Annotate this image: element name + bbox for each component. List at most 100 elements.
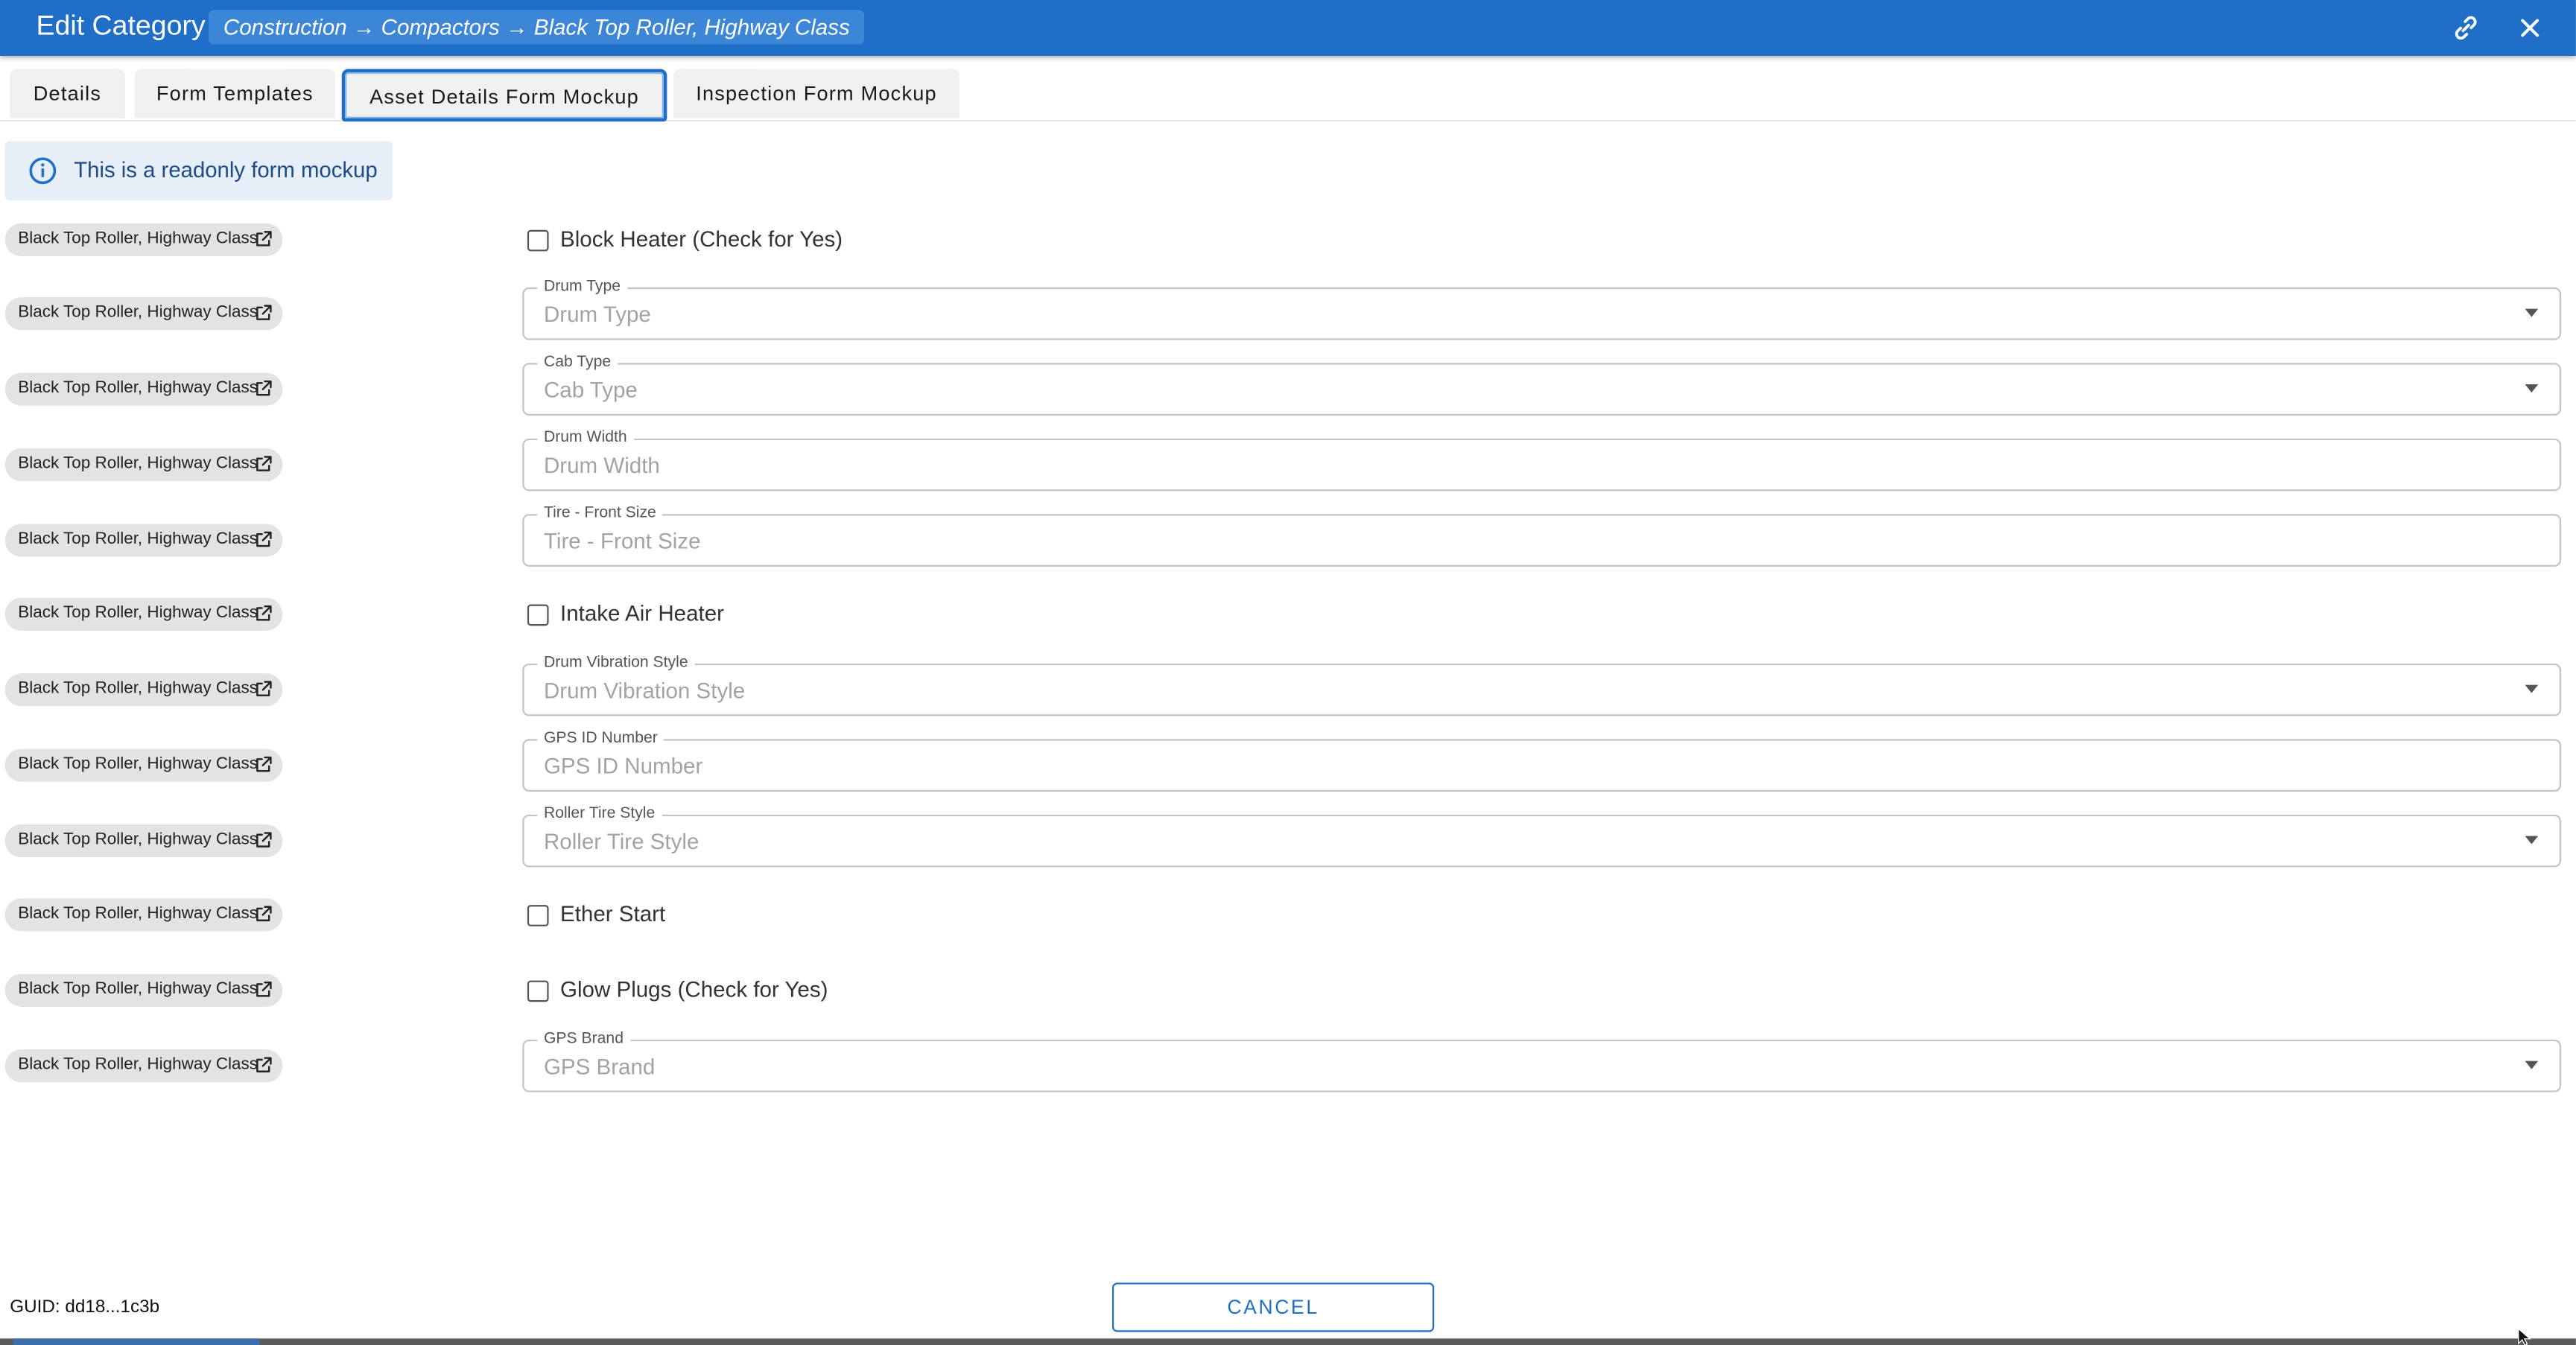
form-row: Black Top Roller, Highway Class Intake Ai… [0,577,2576,652]
category-chip-label: Black Top Roller, Highway Class [18,229,258,247]
form-row: Black Top Roller, Highway Class Tire - Fr… [0,502,2576,577]
form-row: Black Top Roller, Highway Class GPS Brand… [0,1028,2576,1103]
form-row: Black Top Roller, Highway Class Roller Ti… [0,802,2576,877]
field-label: Tire - Front Size [537,503,663,524]
info-icon [28,156,57,186]
form-row: Black Top Roller, Highway Class GPS ID Nu… [0,727,2576,802]
tab-inspection-form-mockup[interactable]: Inspection Form Mockup [673,69,959,118]
category-chip[interactable]: Black Top Roller, Highway Class [4,372,283,406]
form-row: Black Top Roller, Highway Class Ether Sta… [0,877,2576,953]
field-label: Drum Type [537,278,627,298]
open-in-new-icon [255,680,273,698]
checkbox-label: Intake Air Heater [560,601,724,626]
checkbox[interactable] [527,229,549,251]
open-in-new-icon [255,830,273,848]
field-label: Roller Tire Style [537,804,662,824]
category-chip-label: Black Top Roller, Highway Class [18,530,258,548]
select-field[interactable]: Drum Type Drum Type [522,278,2562,341]
dropdown-arrow-icon[interactable] [2525,1061,2539,1069]
category-chip[interactable]: Black Top Roller, Highway Class [4,973,283,1007]
open-in-new-icon [255,981,273,999]
field-label: GPS ID Number [537,728,664,749]
tab-asset-details-form-mockup[interactable]: Asset Details Form Mockup [341,69,667,122]
category-chip-label: Black Top Roller, Highway Class [18,605,258,623]
guid-label: GUID: dd18...1c3b [10,1297,160,1317]
field-label: GPS Brand [537,1029,630,1049]
open-in-new-icon [255,305,273,322]
category-chip[interactable]: Black Top Roller, Highway Class [4,297,283,331]
field-placeholder: GPS ID Number [543,753,703,778]
open-in-new-icon [255,454,273,472]
category-chip[interactable]: Black Top Roller, Highway Class [4,823,283,857]
checkbox[interactable] [527,605,549,626]
checkbox[interactable] [527,905,549,927]
field-label: Drum Vibration Style [537,653,695,674]
checkbox-label: Block Heater (Check for Yes) [560,226,843,251]
bottom-strip [0,1338,2576,1345]
category-chip[interactable]: Black Top Roller, Highway Class [4,748,283,782]
category-chip-label: Black Top Roller, Highway Class [18,1055,258,1074]
form-row: Black Top Roller, Highway Class Drum Type… [0,276,2576,352]
category-chip[interactable]: Black Top Roller, Highway Class [4,1049,283,1082]
select-field[interactable]: Cab Type Cab Type [522,353,2562,416]
field-placeholder: Tire - Front Size [543,528,701,553]
category-chip-label: Black Top Roller, Highway Class [18,304,258,322]
text-field[interactable]: Drum Width Drum Width [522,428,2562,491]
category-chip[interactable]: Black Top Roller, Highway Class [4,598,283,632]
tab-form-templates[interactable]: Form Templates [134,69,335,118]
field-placeholder: Drum Vibration Style [543,678,746,703]
select-field[interactable]: GPS Brand GPS Brand [522,1029,2562,1092]
cancel-button[interactable]: CANCEL [1111,1282,1435,1332]
breadcrumb: Construction → Compactors → Black Top Ro… [209,10,865,45]
dialog-header: Edit Category Construction → Compactors … [0,0,2576,56]
field-placeholder: GPS Brand [543,1054,656,1079]
category-chip-label: Black Top Roller, Highway Class [18,379,258,398]
checkbox[interactable] [527,980,549,1002]
open-in-new-icon [255,1055,273,1073]
field-placeholder: Drum Width [543,453,660,478]
checkbox-label: Glow Plugs (Check for Yes) [560,977,828,1002]
bottom-strip-highlight [13,1338,260,1345]
category-chip-label: Black Top Roller, Highway Class [18,905,258,923]
field-placeholder: Roller Tire Style [543,828,699,853]
dropdown-arrow-icon[interactable] [2525,384,2539,393]
category-chip[interactable]: Black Top Roller, Highway Class [4,523,283,556]
open-in-new-icon [255,379,273,397]
edit-category-dialog: Edit Category Construction → Compactors … [0,0,2576,1345]
category-chip[interactable]: Black Top Roller, Highway Class [4,448,283,481]
form-row: Black Top Roller, Highway Class Block Hea… [0,201,2576,276]
open-in-new-icon [255,530,273,547]
dropdown-arrow-icon[interactable] [2525,684,2539,693]
category-chip[interactable]: Black Top Roller, Highway Class [4,673,283,707]
select-field[interactable]: Drum Vibration Style Drum Vibration Style [522,653,2562,716]
category-chip[interactable]: Black Top Roller, Highway Class [4,222,283,255]
select-field[interactable]: Roller Tire Style Roller Tire Style [522,804,2562,867]
link-icon[interactable] [2449,11,2482,44]
dropdown-arrow-icon[interactable] [2525,835,2539,844]
mouse-cursor-icon [2517,1329,2534,1345]
form-row: Black Top Roller, Highway Class Drum Widt… [0,427,2576,502]
open-in-new-icon [255,906,273,923]
field-placeholder: Cab Type [543,378,638,403]
field-label: Cab Type [537,353,618,373]
form-row: Black Top Roller, Highway Class Drum Vibr… [0,652,2576,728]
dialog-title: Edit Category [36,10,206,42]
text-field[interactable]: Tire - Front Size Tire - Front Size [522,503,2562,566]
text-field[interactable]: GPS ID Number GPS ID Number [522,728,2562,792]
open-in-new-icon [255,605,273,623]
field-placeholder: Drum Type [543,302,651,328]
form-row: Black Top Roller, Highway Class Cab Type C… [0,352,2576,427]
dropdown-arrow-icon[interactable] [2525,309,2539,318]
open-in-new-icon [255,229,273,247]
open-in-new-icon [255,755,273,773]
field-label: Drum Width [537,428,634,448]
form-row: Black Top Roller, Highway Class Glow Plug… [0,953,2576,1028]
readonly-info-alert: This is a readonly form mockup [4,141,393,201]
tab-details[interactable]: Details [10,69,125,118]
alert-text: This is a readonly form mockup [74,157,378,182]
category-chip[interactable]: Black Top Roller, Highway Class [4,898,283,932]
category-chip-label: Black Top Roller, Highway Class [18,679,258,699]
category-chip-label: Black Top Roller, Highway Class [18,980,258,999]
category-chip-label: Black Top Roller, Highway Class [18,830,258,849]
close-icon[interactable] [2513,11,2546,44]
